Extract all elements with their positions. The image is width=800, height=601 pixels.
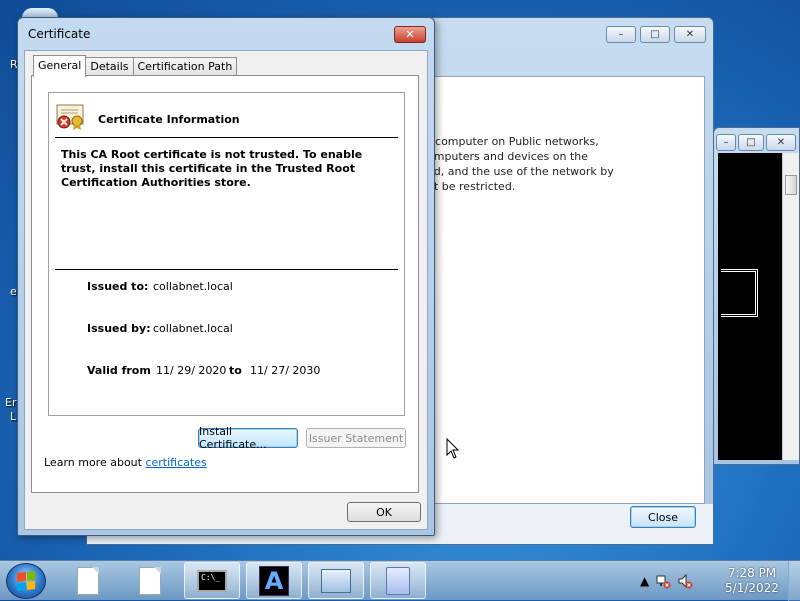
minimize-button[interactable]: – xyxy=(716,134,736,151)
close-window-button[interactable]: ✕ xyxy=(674,26,706,43)
tab-details[interactable]: Details xyxy=(85,57,134,76)
issued-to-label: Issued to: xyxy=(87,280,149,293)
cmd-icon: C:\_ xyxy=(197,569,227,592)
general-tab-panel: Certificate Information This CA Root cer… xyxy=(31,75,419,493)
maximize-button[interactable]: □ xyxy=(640,26,670,43)
certificate-info-box: Certificate Information This CA Root cer… xyxy=(48,92,405,416)
issuer-statement-button[interactable]: Issuer Statement xyxy=(306,428,406,448)
app-a-icon: A xyxy=(259,565,289,596)
valid-to-label: to xyxy=(229,364,242,377)
show-hidden-icons-icon[interactable]: ▲ xyxy=(640,574,649,588)
tab-certification-path[interactable]: Certification Path xyxy=(132,57,238,76)
console-window: – □ ✕ xyxy=(713,127,800,465)
start-button[interactable] xyxy=(6,563,46,599)
tab-general[interactable]: General xyxy=(33,55,87,77)
certificate-warning-icon xyxy=(56,104,84,130)
network-status-icon[interactable] xyxy=(655,573,671,589)
issued-to-value: collabnet.local xyxy=(153,280,233,293)
certificate-dialog: Certificate ✕ General Details Certificat… xyxy=(17,17,435,536)
text-line: omputers and devices on the xyxy=(427,150,589,163)
issued-by-value: collabnet.local xyxy=(153,322,233,335)
mouse-cursor-icon xyxy=(446,438,460,459)
divider xyxy=(55,137,398,138)
valid-from-value: 11/ 29/ 2020 xyxy=(156,364,227,377)
tab-strip: General Details Certification Path xyxy=(33,55,238,77)
dialog-close-button[interactable]: ✕ xyxy=(394,26,426,43)
taskbar-cmd-button[interactable]: C:\_ xyxy=(184,562,240,599)
taskbar-app-a-button[interactable]: A xyxy=(246,562,302,599)
trust-warning: This CA Root certificate is not trusted.… xyxy=(61,148,363,189)
close-button[interactable]: Close xyxy=(630,506,696,528)
taskbar-file-button[interactable] xyxy=(122,562,178,599)
network-center-icon xyxy=(321,568,351,593)
volume-muted-icon[interactable] xyxy=(677,573,693,589)
learn-more-text: Learn more about xyxy=(44,456,146,469)
learn-more: Learn more about certificates xyxy=(44,456,207,469)
desktop-icon-label[interactable]: e xyxy=(10,285,17,298)
maximize-button[interactable]: □ xyxy=(738,134,764,151)
taskbar-file-button[interactable] xyxy=(60,562,116,599)
issued-by-label: Issued by: xyxy=(87,322,151,335)
clock-time: 7:28 PM xyxy=(727,566,777,580)
taskbar: C:\_ A ▲ 7:28 PM 5/1/2022 xyxy=(0,560,800,601)
taskbar-network-button[interactable] xyxy=(308,562,364,599)
file-icon xyxy=(139,566,161,595)
show-desktop-button[interactable] xyxy=(788,561,800,601)
system-tray: ▲ xyxy=(640,561,693,601)
dialog-body: General Details Certification Path Certi… xyxy=(24,50,428,530)
desktop-icon-label[interactable]: L xyxy=(10,410,16,423)
divider xyxy=(55,269,398,270)
text-line: r computer on Public networks, xyxy=(427,135,599,148)
document-icon xyxy=(386,566,410,595)
taskbar-certificate-button[interactable] xyxy=(370,562,426,599)
network-description: r computer on Public networks, omputers … xyxy=(427,134,647,194)
console-scrollbar[interactable] xyxy=(782,153,799,460)
dialog-title: Certificate xyxy=(28,27,91,41)
close-icon: ✕ xyxy=(405,28,415,41)
valid-to-value: 11/ 27/ 2030 xyxy=(250,364,321,377)
desktop-icon-label[interactable]: Er xyxy=(5,396,16,409)
clock-date: 5/1/2022 xyxy=(725,581,779,595)
console-box xyxy=(721,269,758,317)
install-certificate-button[interactable]: Install Certificate... xyxy=(198,425,298,451)
ok-button[interactable]: OK xyxy=(347,502,421,522)
text-line: ed, and the use of the network by xyxy=(427,165,614,178)
minimize-button[interactable]: – xyxy=(606,26,636,43)
close-button-label: Close xyxy=(648,510,678,524)
file-icon xyxy=(77,566,99,595)
close-window-button[interactable]: ✕ xyxy=(766,134,796,151)
certificate-info-title: Certificate Information xyxy=(98,113,240,126)
windows-logo-icon xyxy=(17,571,35,591)
scrollbar-thumb[interactable] xyxy=(785,175,797,195)
valid-from-label: Valid from xyxy=(87,364,151,377)
text-line: ht be restricted. xyxy=(427,180,516,193)
clock[interactable]: 7:28 PM 5/1/2022 xyxy=(722,566,782,596)
certificates-link[interactable]: certificates xyxy=(145,456,206,469)
